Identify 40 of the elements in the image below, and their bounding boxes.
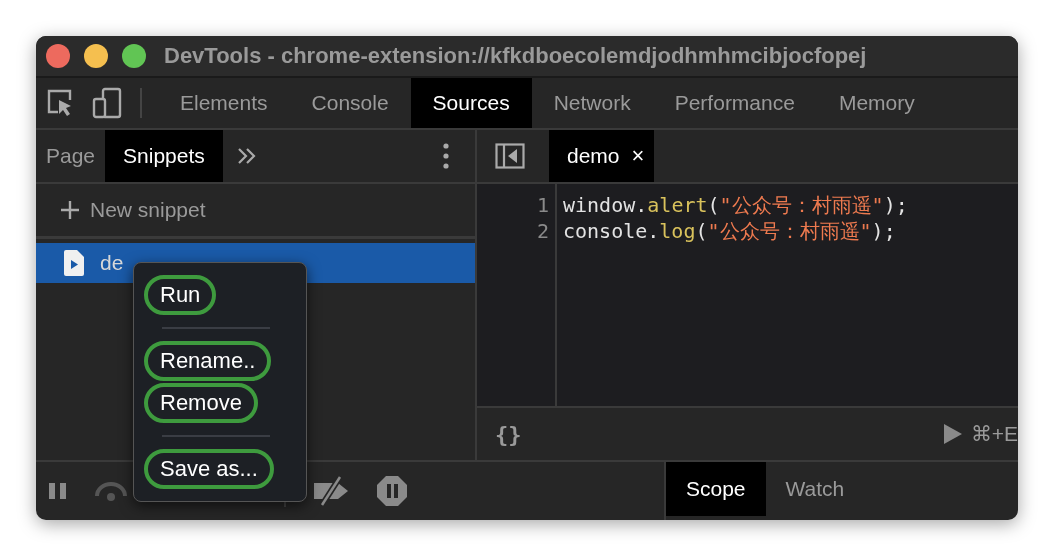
navigator-tab[interactable]: Snippets — [105, 130, 223, 182]
toggle-navigator-icon[interactable] — [495, 143, 525, 169]
minimize-window-button[interactable] — [84, 44, 108, 68]
sidebar-tab[interactable]: Watch — [765, 462, 865, 516]
file-tab-label: demo — [567, 144, 620, 168]
pretty-print-button[interactable]: {} — [495, 421, 522, 447]
panel-tab[interactable]: Elements — [158, 78, 290, 128]
run-icon[interactable] — [942, 423, 963, 445]
code-line: console.log("公众号：村雨遥"); — [563, 218, 897, 244]
menu-item[interactable]: Run — [144, 275, 217, 315]
panel-tab[interactable]: Console — [289, 78, 411, 128]
zoom-window-button[interactable] — [122, 44, 146, 68]
plus-icon — [60, 200, 80, 220]
line-number: 1 — [535, 192, 550, 218]
deactivate-breakpoints-icon[interactable] — [312, 476, 350, 506]
panel-tab[interactable]: Performance — [652, 78, 817, 128]
panel-tab[interactable]: Network — [531, 78, 653, 128]
navigator-tab[interactable]: Page — [36, 130, 106, 182]
pause-icon[interactable] — [48, 482, 68, 500]
snippet-name: de — [100, 251, 124, 275]
panel-tab[interactable]: Sources — [410, 78, 532, 128]
snippet-file-icon — [64, 250, 84, 276]
file-tab[interactable]: demo × — [549, 130, 655, 182]
menu-item[interactable]: Save as... — [144, 449, 274, 489]
menu-item[interactable]: Rename.. — [144, 341, 272, 381]
run-shortcut: ⌘+E — [970, 422, 1018, 446]
close-window-button[interactable] — [46, 44, 70, 68]
more-tabs-icon[interactable] — [236, 147, 257, 165]
menu-item[interactable]: Remove — [144, 383, 258, 423]
line-number: 2 — [535, 218, 550, 244]
panel-tab[interactable]: Memory — [816, 78, 937, 128]
pause-on-exceptions-icon[interactable] — [376, 475, 408, 507]
code-line: window.alert("公众号：村雨遥"); — [563, 192, 908, 218]
device-toolbar-icon[interactable] — [92, 87, 122, 119]
window-title: DevTools - chrome-extension://kfkdboecolemdjodhmhmcibjocfopej — [164, 43, 867, 69]
new-snippet-button[interactable]: New snippet — [60, 198, 206, 222]
inspect-element-icon[interactable] — [46, 88, 74, 118]
more-options-icon[interactable] — [443, 143, 449, 169]
sidebar-tab[interactable]: Scope — [666, 462, 766, 516]
close-tab-button[interactable]: × — [631, 143, 645, 169]
